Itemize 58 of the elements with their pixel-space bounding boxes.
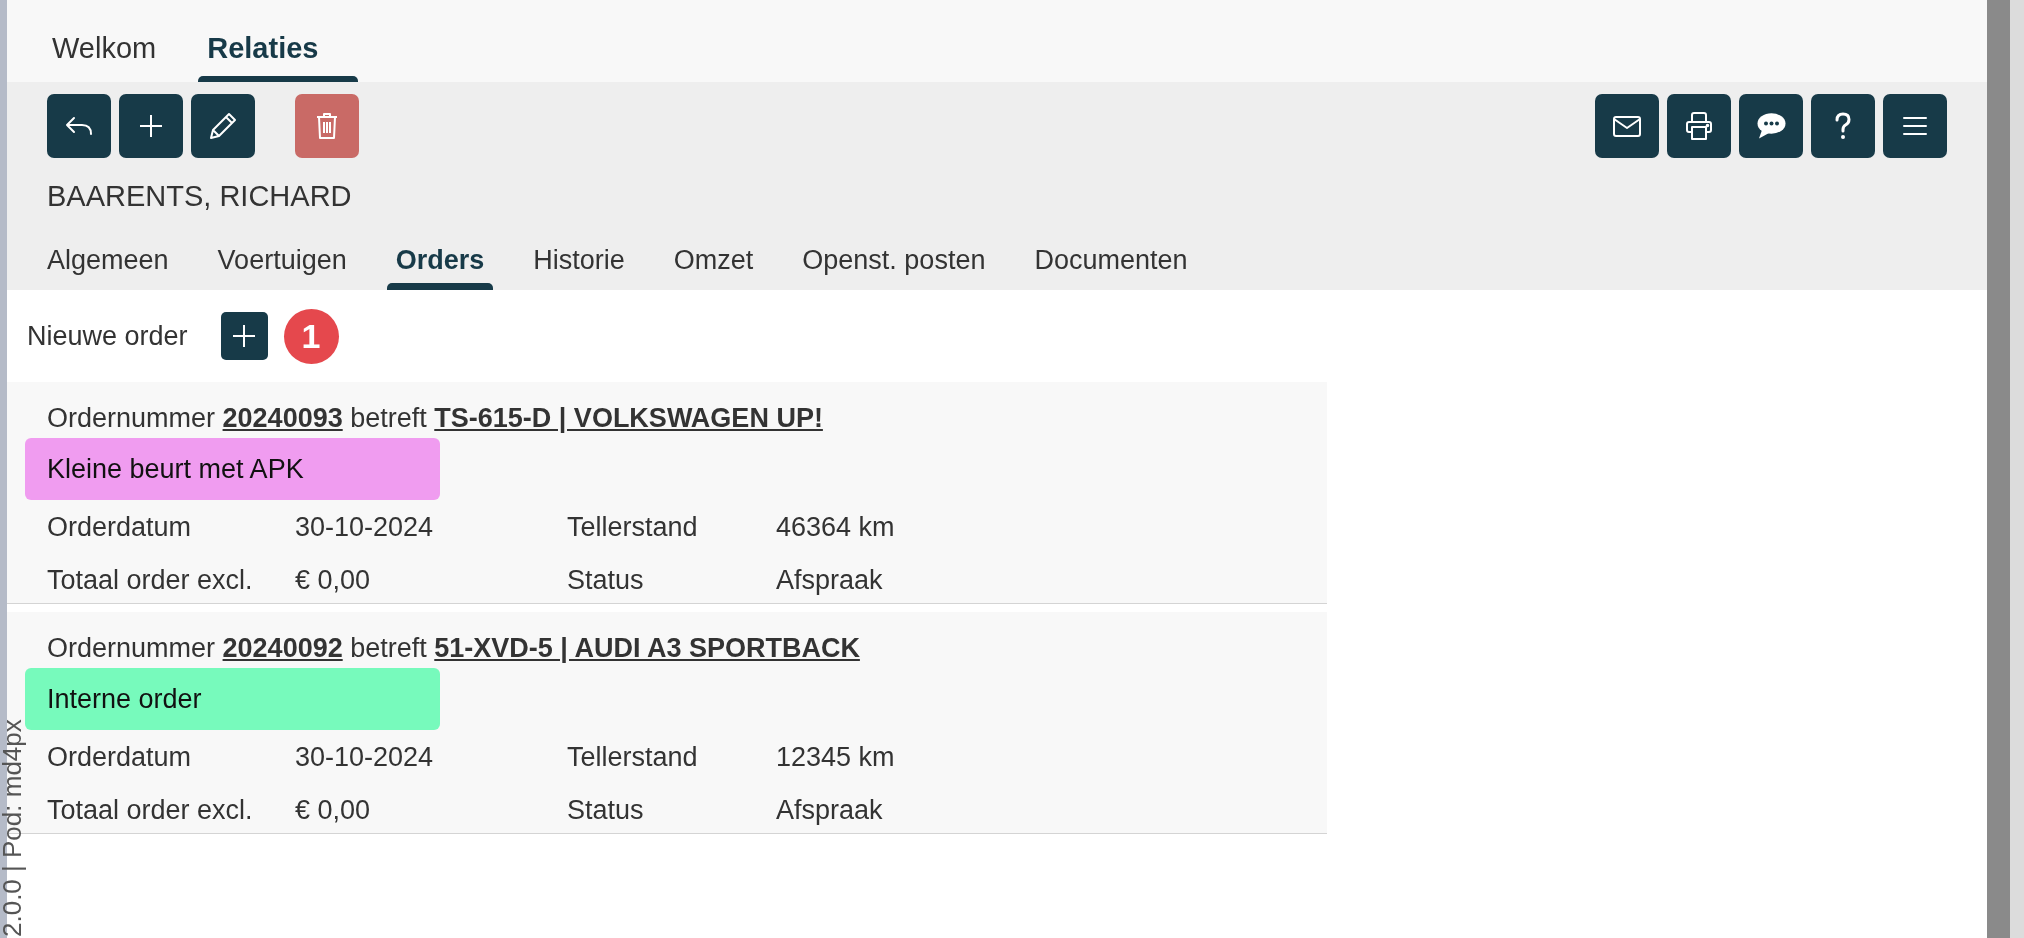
section-tab[interactable]: Algemeen [38,214,178,290]
field-label: Tellerstand [567,741,698,773]
field-value: € 0,00 [295,794,371,826]
menu-button[interactable] [1883,94,1947,158]
mail-icon [1613,115,1641,137]
field-label: Orderdatum [47,741,192,773]
field-value: 30-10-2024 [295,741,434,773]
order-heading: Ordernummer 20240092 betreft 51-XVD-5 | AUDI A3 SPORTBACK [47,632,860,664]
section-tab[interactable]: Omzet [664,214,763,290]
trash-icon [316,112,338,140]
field-value: € 0,00 [295,564,371,596]
order-number-link[interactable]: 20240092 [222,633,343,663]
main-tab[interactable]: Relaties [198,0,359,82]
section-tab[interactable]: Historie [524,214,634,290]
order-type-tag: Interne order [25,668,440,730]
field-value: Afspraak [776,794,883,826]
field-value: Afspraak [776,564,883,596]
menu-icon [1903,117,1927,135]
relation-name: BAARENTS, RICHARD [47,179,352,214]
order-number-link[interactable]: 20240093 [222,403,343,433]
printer-icon [1686,112,1712,140]
scrollbar-thumb[interactable] [1987,0,2010,938]
main-tab[interactable]: Welkom [43,0,197,82]
field-label: Totaal order excl. [47,794,253,826]
section-tab[interactable]: Openst. posten [793,214,995,290]
back-button[interactable] [47,94,111,158]
field-label: Tellerstand [567,511,698,543]
delete-button[interactable] [295,94,359,158]
order-type-tag: Kleine beurt met APK [25,438,440,500]
order-heading: Ordernummer 20240093 betreft TS-615-D | VOLKSWAGEN UP! [47,402,823,434]
section-tab[interactable]: Documenten [1025,214,1197,290]
help-icon [1834,112,1852,140]
back-arrow-icon [65,116,93,136]
add-button[interactable] [119,94,183,158]
pencil-icon [209,112,237,140]
field-label: Status [567,794,644,826]
print-button[interactable] [1667,94,1731,158]
field-value: 12345 km [776,741,895,773]
field-label: Totaal order excl. [47,564,253,596]
edit-button[interactable] [191,94,255,158]
chat-button[interactable] [1739,94,1803,158]
new-order-button[interactable] [220,312,268,360]
section-tab[interactable]: Orders [386,214,494,290]
field-label: Orderdatum [47,511,192,543]
help-button[interactable] [1811,94,1875,158]
field-value: 46364 km [776,511,895,543]
vehicle-link[interactable]: TS-615-D | VOLKSWAGEN UP! [434,403,823,433]
mail-button[interactable] [1595,94,1659,158]
version-label: 2.0.0 | Pod: md4px [0,719,24,937]
vehicle-link[interactable]: 51-XVD-5 | AUDI A3 SPORTBACK [434,633,860,663]
plus-icon [140,115,162,137]
section-tab[interactable]: Voertuigen [208,214,356,290]
field-value: 30-10-2024 [295,511,434,543]
count-badge: 1 [283,308,339,364]
chat-bubble-icon [1756,113,1786,139]
plus-icon [233,325,256,347]
field-label: Status [567,564,644,596]
new-order-label: Nieuwe order [27,320,188,352]
